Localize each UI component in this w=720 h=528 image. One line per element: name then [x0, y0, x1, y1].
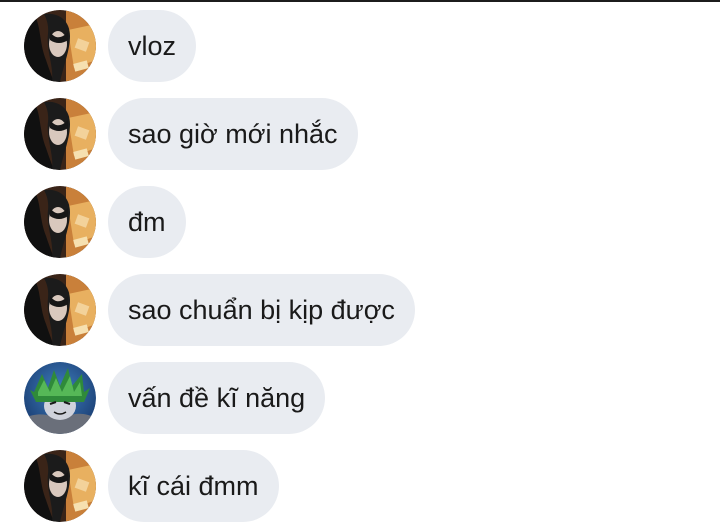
- green-haired-character-avatar-icon: [24, 362, 96, 434]
- chat-thread: vloz sao giờ mới nhắc đm sao chuẩn bị kị…: [0, 0, 720, 528]
- message-row: đm: [24, 186, 186, 258]
- message-bubble[interactable]: vấn đề kĩ năng: [108, 362, 326, 434]
- message-row: kĩ cái đmm: [24, 450, 279, 522]
- user-avatar[interactable]: [24, 186, 96, 258]
- message-row: sao giờ mới nhắc: [24, 98, 358, 170]
- message-bubble[interactable]: kĩ cái đmm: [108, 450, 279, 522]
- message-bubble[interactable]: vloz: [108, 10, 197, 82]
- dark-haired-character-avatar-icon: [24, 186, 96, 258]
- user-avatar[interactable]: [24, 10, 96, 82]
- user-avatar[interactable]: [24, 450, 96, 522]
- dark-haired-character-avatar-icon: [24, 98, 96, 170]
- user-avatar[interactable]: [24, 98, 96, 170]
- message-bubble[interactable]: sao giờ mới nhắc: [108, 98, 358, 170]
- message-row: vấn đề kĩ năng: [24, 362, 326, 434]
- user-avatar[interactable]: [24, 274, 96, 346]
- dark-haired-character-avatar-icon: [24, 10, 96, 82]
- message-row: sao chuẩn bị kịp được: [24, 274, 415, 346]
- message-bubble[interactable]: đm: [108, 186, 186, 258]
- message-bubble[interactable]: sao chuẩn bị kịp được: [108, 274, 415, 346]
- dark-haired-character-avatar-icon: [24, 450, 96, 522]
- dark-haired-character-avatar-icon: [24, 274, 96, 346]
- message-row: vloz: [24, 10, 197, 82]
- user-avatar[interactable]: [24, 362, 96, 434]
